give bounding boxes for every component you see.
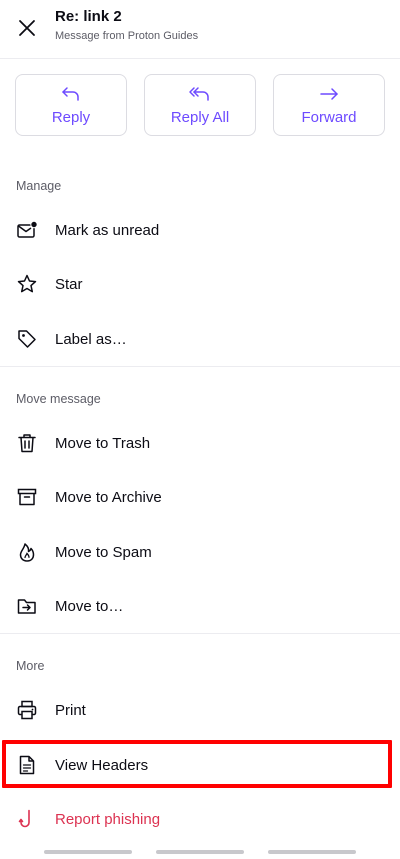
sheet-header: Re: link 2 Message from Proton Guides — [0, 0, 400, 59]
reply-button[interactable]: Reply — [15, 74, 127, 136]
move-to-archive-label: Move to Archive — [55, 488, 162, 506]
forward-icon — [320, 88, 338, 100]
section-label-more: More — [16, 659, 45, 673]
reply-all-button[interactable]: Reply All — [144, 74, 256, 136]
mark-as-unread-item[interactable]: Mark as unread — [0, 208, 400, 252]
nav-pill — [268, 850, 356, 854]
report-phishing-label: Report phishing — [55, 810, 161, 828]
move-to-item[interactable]: Move to… — [0, 584, 400, 628]
move-to-trash-label: Move to Trash — [55, 434, 151, 452]
move-to-label: Move to… — [55, 597, 124, 615]
forward-button[interactable]: Forward — [273, 74, 385, 136]
envelope-unread-icon — [15, 218, 39, 242]
star-item[interactable]: Star — [0, 262, 400, 306]
archive-icon — [15, 485, 39, 509]
nav-pill — [156, 850, 244, 854]
star-icon — [15, 272, 39, 296]
reply-label: Reply — [51, 109, 91, 126]
close-button[interactable] — [14, 15, 40, 41]
nav-pill — [44, 850, 132, 854]
divider — [0, 633, 400, 634]
label-as-label: Label as… — [55, 330, 127, 348]
hook-icon — [15, 807, 39, 831]
highlight-box — [2, 740, 392, 788]
divider — [0, 366, 400, 367]
folder-move-icon — [15, 594, 39, 618]
quick-actions: Reply Reply All Forward — [15, 74, 385, 138]
trash-icon — [15, 431, 39, 455]
label-as-item[interactable]: Label as… — [0, 317, 400, 361]
move-to-archive-item[interactable]: Move to Archive — [0, 475, 400, 519]
reply-all-label: Reply All — [170, 109, 230, 126]
section-label-move: Move message — [16, 392, 101, 406]
reply-icon — [62, 87, 79, 101]
section-label-manage: Manage — [16, 179, 62, 193]
fire-icon — [15, 540, 39, 564]
star-label: Star — [55, 275, 83, 293]
print-item[interactable]: Print — [0, 688, 400, 732]
close-icon — [19, 20, 35, 36]
move-to-trash-item[interactable]: Move to Trash — [0, 421, 400, 465]
report-phishing-item[interactable]: Report phishing — [0, 797, 400, 841]
forward-label: Forward — [301, 109, 357, 126]
print-label: Print — [55, 701, 86, 719]
move-to-spam-label: Move to Spam — [55, 543, 152, 561]
message-title: Re: link 2 — [55, 8, 122, 25]
tag-icon — [15, 327, 39, 351]
printer-icon — [15, 698, 39, 722]
message-subtitle: Message from Proton Guides — [55, 30, 199, 42]
move-to-spam-item[interactable]: Move to Spam — [0, 530, 400, 574]
mark-as-unread-label: Mark as unread — [55, 221, 160, 239]
reply-all-icon — [189, 87, 209, 101]
